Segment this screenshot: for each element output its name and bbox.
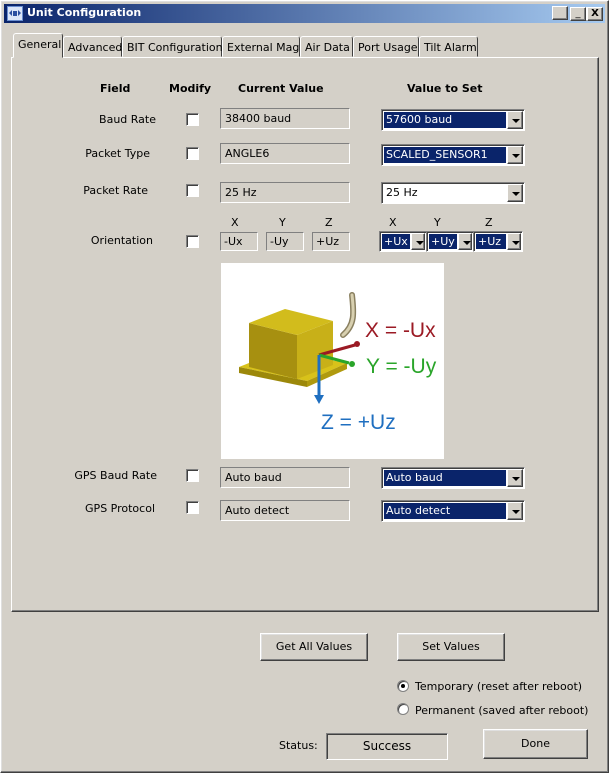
header-value-to-set: Value to Set bbox=[407, 82, 483, 95]
gps-baud-rate-selected: Auto baud bbox=[384, 470, 506, 486]
permanent-radio[interactable] bbox=[397, 703, 409, 715]
packet-rate-selected: 25 Hz bbox=[386, 186, 418, 199]
close-button[interactable]: X bbox=[587, 7, 603, 21]
orientation-current-z: +Uz bbox=[312, 232, 350, 251]
tab-advanced[interactable]: Advanced bbox=[63, 36, 122, 57]
baud-rate-selected: 57600 baud bbox=[384, 112, 506, 128]
set-values-button[interactable]: Set Values bbox=[397, 633, 505, 661]
orientation-label: Orientation bbox=[90, 234, 153, 247]
app-icon bbox=[7, 6, 23, 21]
x-axis-label: X = -Ux bbox=[365, 319, 436, 342]
baud-rate-current-value: 38400 baud bbox=[220, 108, 350, 129]
orientation-current-x: -Ux bbox=[220, 232, 258, 251]
chevron-down-icon[interactable] bbox=[507, 469, 523, 487]
tab-bit-configuration[interactable]: BIT Configuration bbox=[122, 36, 223, 57]
gps-protocol-select[interactable]: Auto detect bbox=[381, 500, 525, 522]
orientation-set-x-select[interactable]: +Ux bbox=[379, 231, 427, 252]
packet-type-current-value: ANGLE6 bbox=[220, 143, 350, 164]
tab-external-mag[interactable]: External Mag bbox=[222, 36, 300, 57]
baud-rate-modify-checkbox[interactable] bbox=[186, 113, 199, 126]
temporary-radio-label[interactable]: Temporary (reset after reboot) bbox=[415, 680, 582, 693]
chevron-down-icon[interactable] bbox=[507, 146, 523, 164]
gps-baud-rate-current-value: Auto baud bbox=[220, 467, 350, 488]
temporary-radio[interactable] bbox=[397, 680, 409, 692]
gps-protocol-current-value: Auto detect bbox=[220, 500, 350, 521]
current-axis-z-label: Z bbox=[325, 216, 333, 229]
y-axis-label: Y = -Uy bbox=[366, 355, 437, 378]
packet-rate-modify-checkbox[interactable] bbox=[186, 184, 199, 197]
set-axis-z-label: Z bbox=[485, 216, 493, 229]
gps-baud-rate-modify-checkbox[interactable] bbox=[186, 469, 199, 482]
orientation-diagram: X = -Ux Y = -Uy Z = +Uz bbox=[221, 263, 444, 459]
packet-type-label: Packet Type bbox=[85, 147, 150, 160]
permanent-radio-label[interactable]: Permanent (saved after reboot) bbox=[415, 704, 588, 717]
gps-protocol-label: GPS Protocol bbox=[85, 502, 155, 515]
chevron-down-icon[interactable] bbox=[458, 233, 472, 250]
status-value: Success bbox=[326, 733, 448, 760]
header-field: Field bbox=[100, 82, 131, 95]
get-all-values-button[interactable]: Get All Values bbox=[260, 633, 368, 661]
z-axis-label: Z = +Uz bbox=[321, 411, 396, 434]
window-title: Unit Configuration bbox=[27, 6, 142, 19]
baud-rate-label: Baud Rate bbox=[99, 113, 156, 126]
orientation-modify-checkbox[interactable] bbox=[186, 235, 199, 248]
gps-protocol-selected: Auto detect bbox=[384, 503, 506, 519]
chevron-down-icon[interactable] bbox=[507, 111, 523, 129]
gps-protocol-modify-checkbox[interactable] bbox=[186, 501, 199, 514]
baud-rate-select[interactable]: 57600 baud bbox=[381, 109, 525, 131]
tab-air-data[interactable]: Air Data bbox=[300, 36, 353, 57]
current-axis-x-label: X bbox=[231, 216, 239, 229]
gps-baud-rate-label: GPS Baud Rate bbox=[74, 469, 157, 482]
orientation-current-y: -Uy bbox=[266, 232, 304, 251]
packet-rate-label: Packet Rate bbox=[83, 184, 148, 197]
chevron-down-icon[interactable] bbox=[507, 233, 521, 250]
minimize-button[interactable]: _ bbox=[570, 7, 586, 21]
packet-type-select[interactable]: SCALED_SENSOR1 bbox=[381, 144, 525, 166]
header-modify: Modify bbox=[169, 82, 212, 95]
status-label: Status: bbox=[279, 739, 318, 752]
tab-general[interactable]: General bbox=[13, 33, 63, 58]
current-axis-y-label: Y bbox=[279, 216, 286, 229]
chevron-down-icon[interactable] bbox=[507, 184, 523, 202]
done-button[interactable]: Done bbox=[483, 729, 588, 759]
orientation-set-y-select[interactable]: +Uy bbox=[426, 231, 474, 252]
chevron-down-icon[interactable] bbox=[411, 233, 425, 250]
tab-tilt-alarm[interactable]: Tilt Alarm bbox=[419, 36, 478, 57]
gps-baud-rate-select[interactable]: Auto baud bbox=[381, 467, 525, 489]
orientation-set-z-select[interactable]: +Uz bbox=[473, 231, 523, 252]
tab-port-usage[interactable]: Port Usage bbox=[353, 36, 419, 57]
orientation-set-z-selected: +Uz bbox=[476, 234, 506, 249]
packet-rate-select[interactable]: 25 Hz bbox=[381, 182, 525, 204]
title-bar[interactable]: Unit Configuration _ □ bbox=[4, 4, 605, 23]
set-axis-y-label: Y bbox=[434, 216, 441, 229]
header-current-value: Current Value bbox=[238, 82, 324, 95]
packet-type-selected: SCALED_SENSOR1 bbox=[384, 147, 506, 163]
packet-rate-current-value: 25 Hz bbox=[220, 182, 350, 203]
orientation-set-x-selected: +Ux bbox=[382, 234, 410, 249]
minimize-button-2 bbox=[552, 6, 568, 20]
set-axis-x-label: X bbox=[389, 216, 397, 229]
packet-type-modify-checkbox[interactable] bbox=[186, 147, 199, 160]
orientation-set-y-selected: +Uy bbox=[429, 234, 457, 249]
chevron-down-icon[interactable] bbox=[507, 502, 523, 520]
